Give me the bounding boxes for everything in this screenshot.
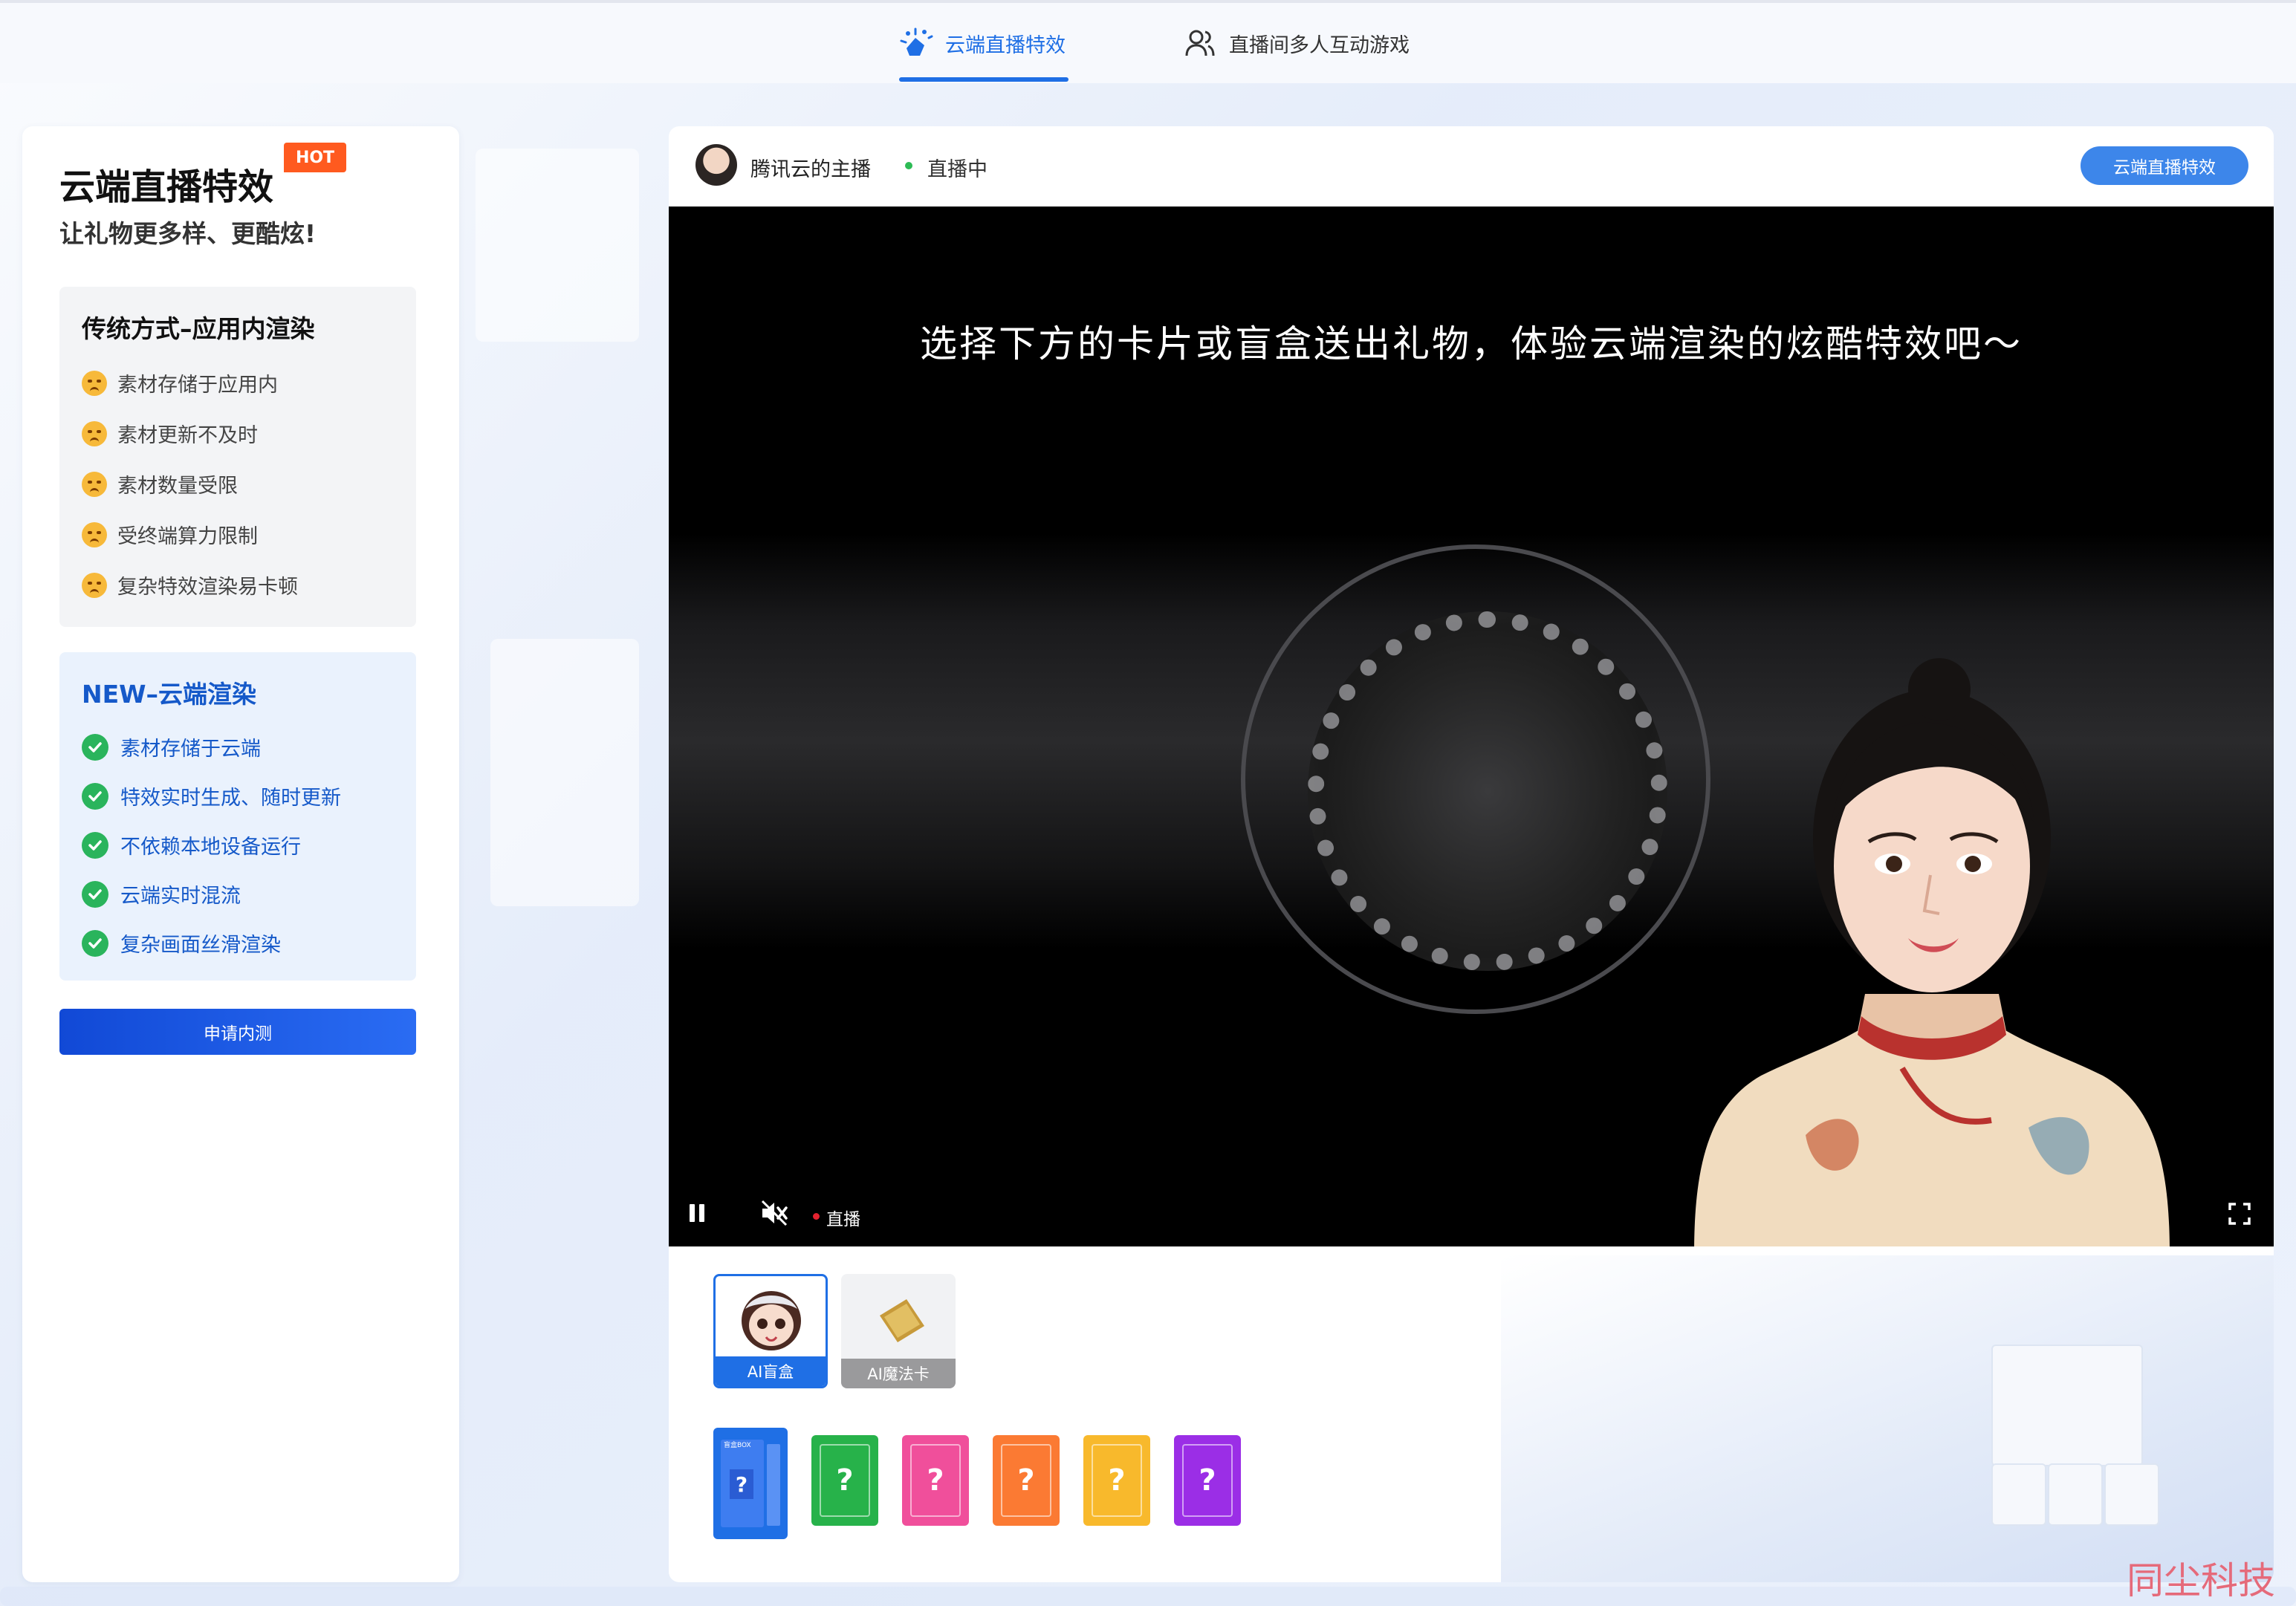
cartoon-avatar-thumbnail (742, 1291, 801, 1350)
blind-box-card[interactable]: ? (993, 1435, 1060, 1526)
pause-button[interactable] (687, 1202, 707, 1227)
card-symbol: ? (1092, 1444, 1142, 1517)
live-indicator-label: 直播 (826, 1210, 860, 1229)
benefit-text: 复杂画面丝滑渲染 (120, 934, 281, 957)
panel-title: 云端直播特效 (59, 166, 274, 208)
hot-badge: HOT (284, 143, 346, 172)
benefit-text: 素材存储于云端 (120, 738, 261, 761)
drawback-text: 复杂特效渲染易卡顿 (117, 576, 298, 599)
benefit-text: 特效实时生成、随时更新 (120, 787, 341, 810)
live-status: 直播中 (927, 158, 988, 181)
traditional-method-title: 传统方式–应用内渲染 (82, 314, 315, 343)
gift-tab-label: AI盲盒 (716, 1356, 826, 1386)
card-symbol: ? (1182, 1444, 1233, 1517)
muted-speaker-icon (761, 1200, 788, 1226)
sad-face-icon (82, 420, 107, 446)
drawback-text: 受终端算力限制 (117, 525, 258, 548)
sparkle-hand-icon (899, 26, 933, 60)
drawback-text: 素材存储于应用内 (117, 374, 278, 397)
sad-face-icon (82, 471, 107, 497)
magic-card-thumbnail (880, 1299, 924, 1342)
check-circle-icon (82, 782, 108, 810)
bg-block (476, 149, 639, 342)
drawback-text: 素材数量受限 (117, 475, 238, 498)
watermark: 同尘科技 (2127, 1559, 2275, 1602)
feature-pill-button[interactable]: 云端直播特效 (2081, 146, 2248, 185)
mute-button[interactable] (759, 1199, 789, 1230)
benefit-text: 不依赖本地设备运行 (120, 836, 301, 859)
pause-icon (690, 1204, 704, 1222)
card-symbol: ? (910, 1444, 961, 1517)
drawback-item: 受终端算力限制 (82, 520, 258, 549)
top-nav: 云端直播特效 直播间多人互动游戏 (0, 0, 2296, 83)
traditional-method-box: 传统方式–应用内渲染 素材存储于应用内 素材更新不及时 素材数量受限 受终端算力… (59, 287, 416, 627)
decor-cube (1991, 1345, 2143, 1466)
drawback-item: 素材存储于应用内 (82, 368, 278, 397)
video-player[interactable]: 选择下方的卡片或盲盒送出礼物，体验云端渲染的炫酷特效吧～ 直播 (669, 207, 2274, 1246)
fullscreen-icon (2228, 1203, 2251, 1225)
blind-box-front: 盲盒BOX ? (721, 1440, 764, 1527)
benefit-text: 云端实时混流 (120, 885, 241, 908)
tab-label: 直播间多人互动游戏 (1229, 33, 1410, 57)
check-circle-icon (82, 733, 108, 761)
drawback-text: 素材更新不及时 (117, 424, 258, 447)
blind-box-caption: 盲盒BOX (724, 1442, 751, 1449)
benefit-item: 特效实时生成、随时更新 (82, 781, 341, 810)
live-status-dot (905, 162, 912, 169)
virtual-host-avatar (1694, 658, 2170, 1246)
host-avatar[interactable] (695, 144, 737, 186)
sad-face-icon (82, 521, 107, 547)
cloud-method-title: NEW–云端渲染 (82, 680, 257, 709)
live-indicator-dot (813, 1213, 820, 1220)
blind-box-card[interactable]: ? (902, 1435, 969, 1526)
check-circle-icon (82, 929, 108, 957)
tab-multiplayer-games[interactable]: 直播间多人互动游戏 (1183, 3, 1410, 83)
host-name: 腾讯云的主播 (750, 158, 871, 181)
benefit-item: 素材存储于云端 (82, 732, 261, 761)
gift-tab-label: AI魔法卡 (841, 1359, 956, 1388)
sad-face-icon (82, 370, 107, 396)
blind-box-card[interactable]: ? (811, 1435, 878, 1526)
blind-box-card-selected[interactable]: 盲盒BOX ? (713, 1428, 788, 1539)
apply-beta-button[interactable]: 申请内测 (59, 1009, 416, 1055)
cloud-method-box: NEW–云端渲染 素材存储于云端 特效实时生成、随时更新 不依赖本地设备运行 云… (59, 652, 416, 981)
blind-box-symbol: ? (730, 1469, 753, 1499)
check-circle-icon (82, 831, 108, 859)
feature-intro-panel: 云端直播特效 HOT 让礼物更多样、更酷炫! 传统方式–应用内渲染 素材存储于应… (22, 126, 459, 1582)
blind-box-card[interactable]: ? (1174, 1435, 1241, 1526)
tab-label: 云端直播特效 (945, 33, 1066, 57)
card-symbol: ? (1001, 1444, 1051, 1517)
drawback-item: 素材数量受限 (82, 469, 238, 498)
video-caption: 选择下方的卡片或盲盒送出礼物，体验云端渲染的炫酷特效吧～ (920, 322, 2023, 365)
bg-block (490, 639, 639, 906)
live-stream-panel: 腾讯云的主播 直播中 云端直播特效 选择下方的卡片或盲盒送出礼物，体验云端渲染的… (669, 126, 2274, 1582)
card-symbol: ? (820, 1444, 870, 1517)
panel-subtitle: 让礼物更多样、更酷炫! (59, 219, 317, 248)
bg-block (0, 1587, 2296, 1606)
portal-core (1308, 611, 1667, 971)
active-tab-indicator (899, 77, 1068, 82)
decor-cube (2048, 1463, 2103, 1526)
blind-box-side (767, 1444, 780, 1526)
drawback-item: 复杂特效渲染易卡顿 (82, 570, 298, 599)
benefit-item: 不依赖本地设备运行 (82, 830, 301, 859)
sad-face-icon (82, 572, 107, 598)
tab-cloud-effects[interactable]: 云端直播特效 (899, 3, 1066, 83)
gift-tab-ai-magic-card[interactable]: AI魔法卡 (841, 1274, 956, 1388)
fullscreen-button[interactable] (2228, 1202, 2251, 1229)
gift-tab-ai-blind-box[interactable]: AI盲盒 (713, 1274, 828, 1388)
benefit-item: 云端实时混流 (82, 880, 241, 908)
blind-box-card[interactable]: ? (1083, 1435, 1150, 1526)
drawback-item: 素材更新不及时 (82, 419, 258, 448)
decor-cube (1991, 1463, 2046, 1526)
users-icon (1183, 26, 1217, 60)
benefit-item: 复杂画面丝滑渲染 (82, 929, 281, 958)
decor-cube (2104, 1463, 2159, 1526)
check-circle-icon (82, 880, 108, 908)
decor-background (1501, 1255, 2274, 1582)
